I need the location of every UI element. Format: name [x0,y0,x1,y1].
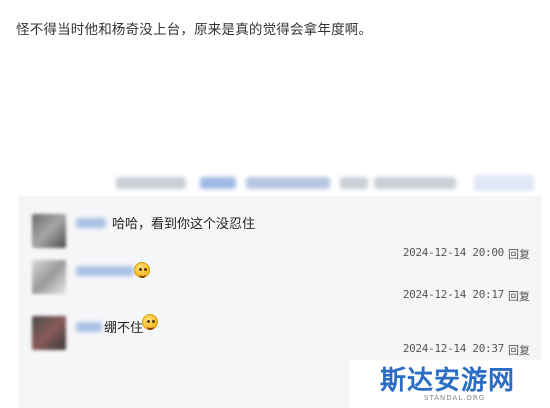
reply-timestamp: 2024-12-14 20:17 [402,288,504,301]
redacted-meta-button[interactable] [474,175,534,191]
reply-button[interactable]: 回复 [508,288,530,304]
reply-timestamp: 2024-12-14 20:37 [402,342,504,355]
redacted-meta-4 [340,177,368,189]
reply-item: 2024-12-14 20:17 回复 [18,258,542,312]
smiling-face-icon [134,262,150,278]
site-watermark: 斯达安游网 STANDAL.ORG [350,360,550,408]
redacted-meta-2 [200,177,236,189]
redacted-meta-1 [116,177,186,189]
redacted-meta-3 [246,177,330,189]
avatar[interactable] [32,260,66,294]
reply-content: 哈哈，看到你这个没忍住 [112,217,256,232]
watermark-subtitle: STANDAL.ORG [424,394,486,402]
redacted-meta-5 [374,177,456,189]
watermark-title: 斯达安游网 [380,366,516,396]
reply-button[interactable]: 回复 [508,342,530,358]
username-redacted[interactable] [76,266,134,276]
username-redacted[interactable] [76,218,106,228]
post-text: 怪不得当时他和杨奇没上台，原来是真的觉得会拿年度啊。 [16,22,373,38]
avatar[interactable] [32,316,66,350]
post-meta-bar-redacted [112,172,542,194]
username-redacted[interactable] [76,322,102,332]
laughing-face-icon [142,314,158,330]
reply-content: 绷不住 [104,321,144,336]
avatar[interactable] [32,214,66,248]
